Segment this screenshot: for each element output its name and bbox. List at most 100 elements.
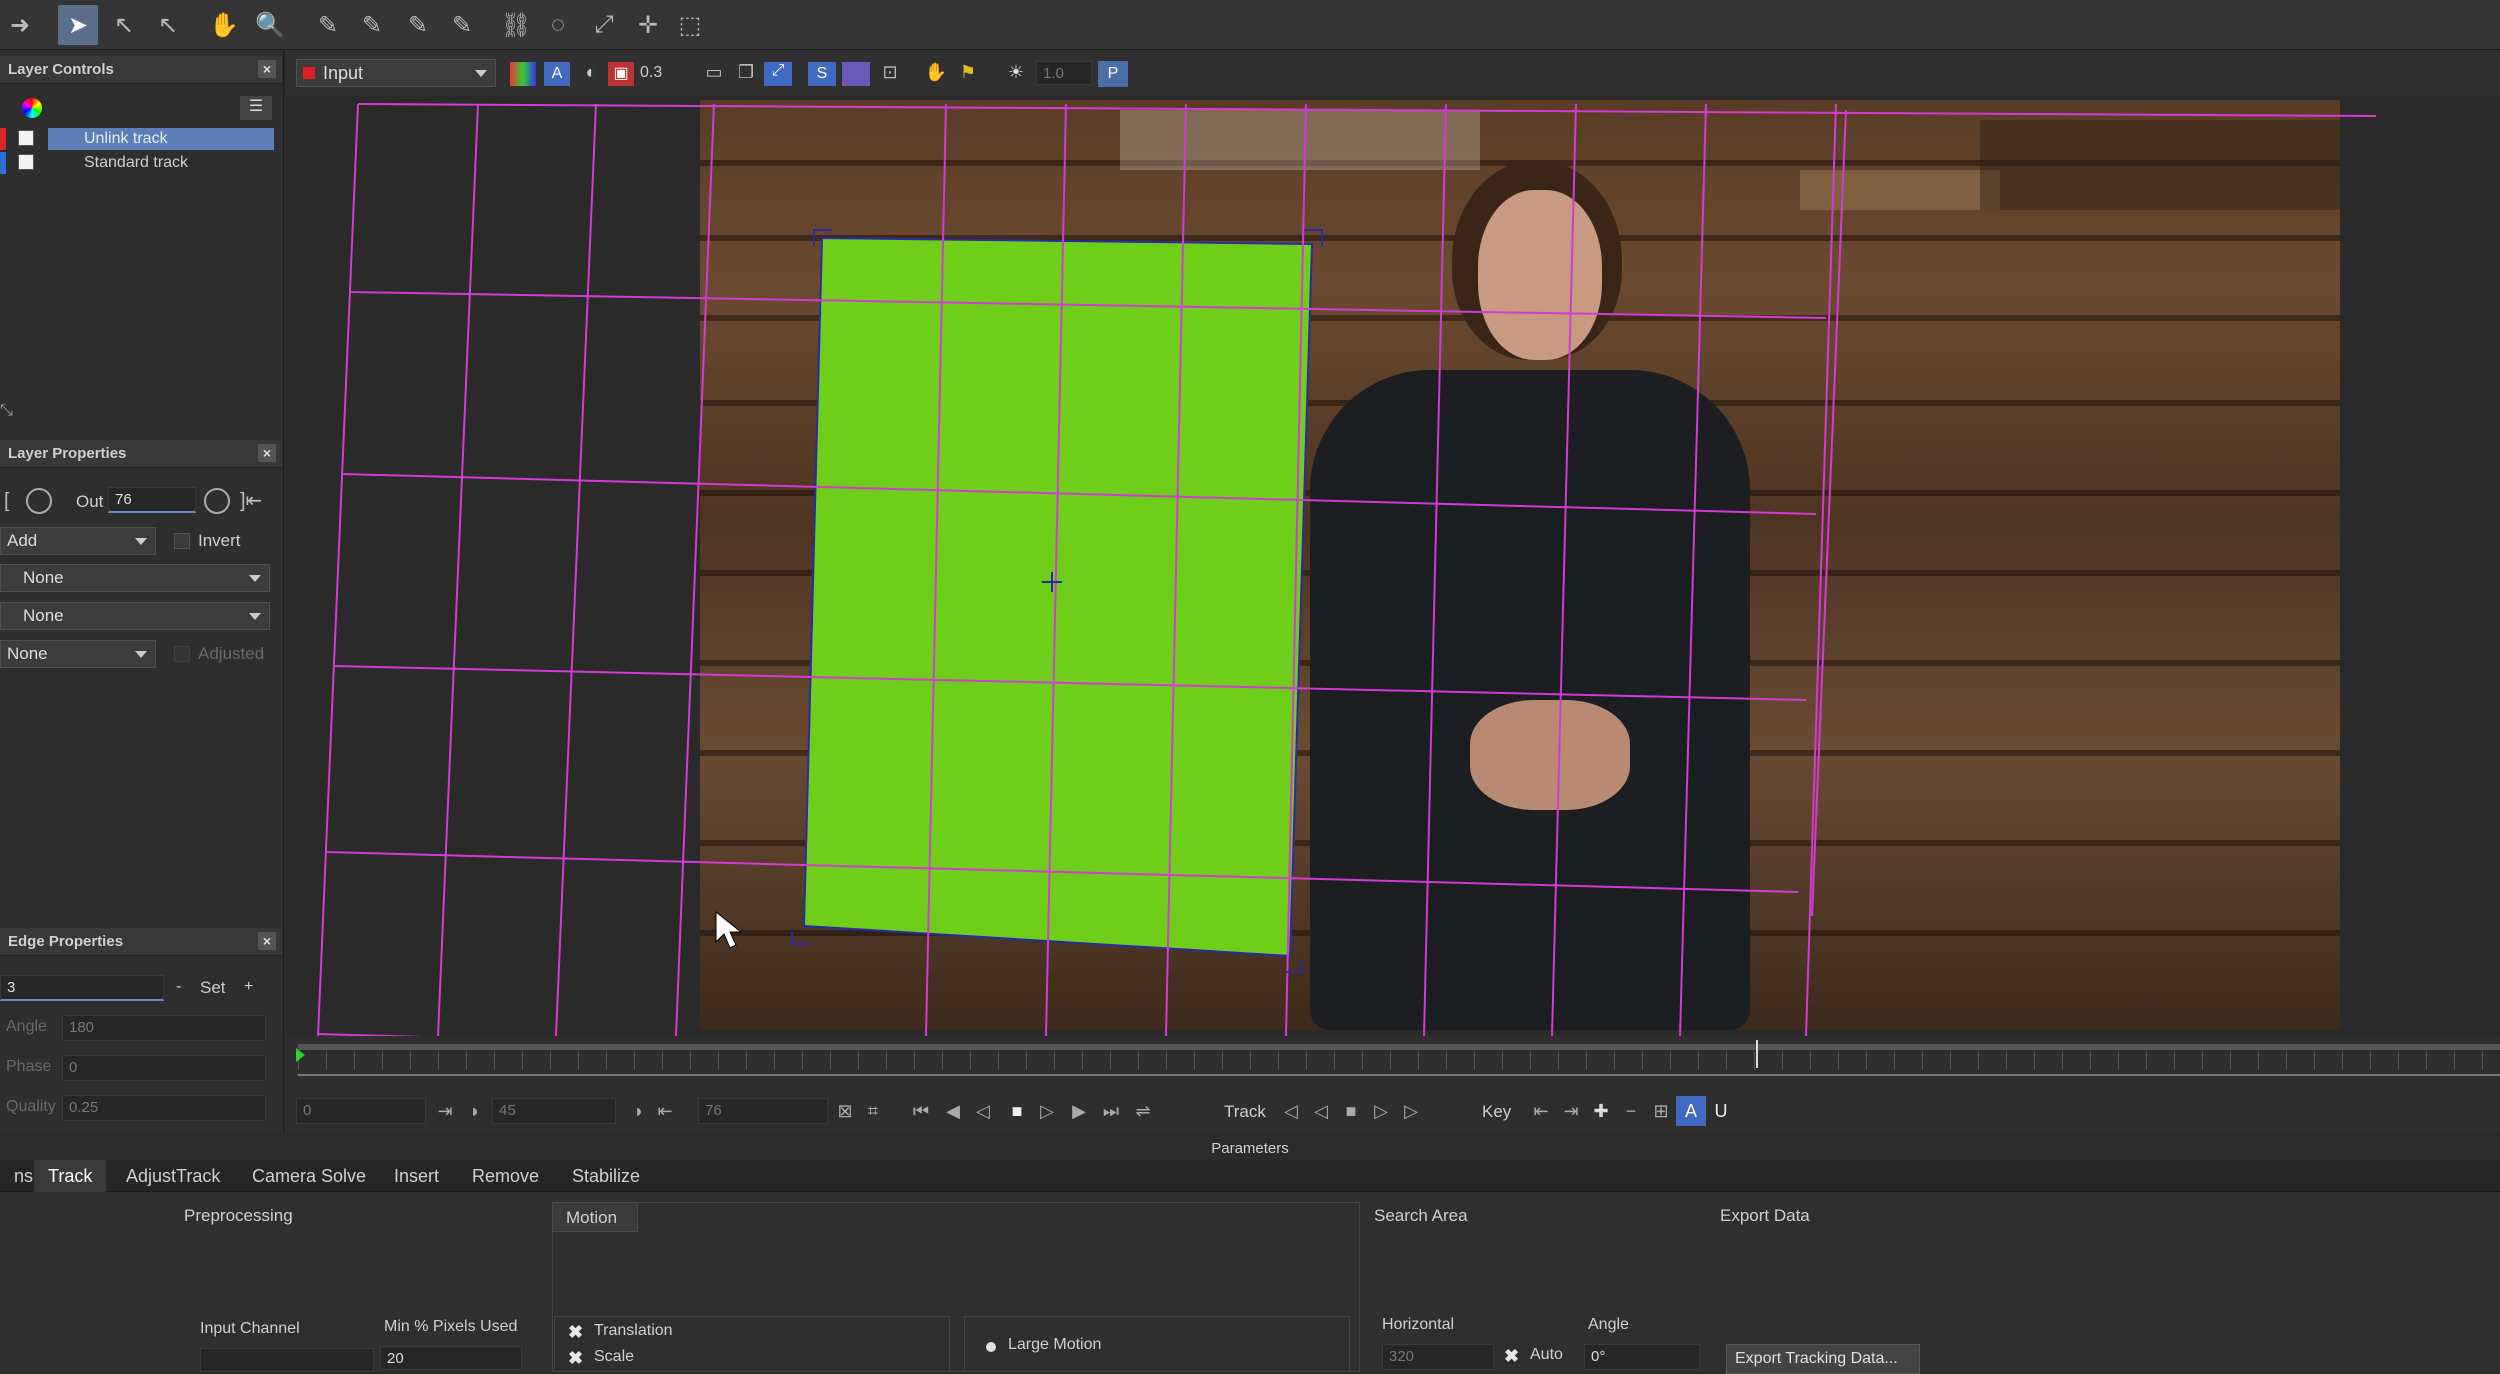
matte-dropdown[interactable]: None: [0, 602, 270, 630]
surface-icon[interactable]: S: [808, 62, 836, 86]
track-stop-icon[interactable]: ■: [1336, 1096, 1366, 1126]
input-channel-dropdown[interactable]: [200, 1348, 374, 1372]
matte-dropdown[interactable]: None: [0, 564, 270, 592]
tab-track[interactable]: Track: [34, 1160, 107, 1192]
pen-bplus-icon[interactable]: ✎: [442, 5, 482, 45]
lasso-icon[interactable]: ◌: [538, 5, 578, 45]
end-frame-field[interactable]: 76: [698, 1098, 828, 1124]
key-prev-icon[interactable]: ⇤: [1526, 1096, 1556, 1126]
export-tracking-data-button[interactable]: Export Tracking Data...: [1726, 1344, 1920, 1374]
in-point-marker[interactable]: [296, 1048, 305, 1062]
fit-range-icon[interactable]: ⊠: [830, 1096, 860, 1126]
grid-icon[interactable]: [842, 62, 870, 86]
move-icon[interactable]: ✛: [628, 5, 668, 45]
playhead[interactable]: [1756, 1040, 1758, 1068]
overlay-icon[interactable]: ◐: [578, 62, 604, 86]
color-wheel-icon[interactable]: [22, 98, 42, 118]
tab-remove[interactable]: Remove: [458, 1160, 553, 1192]
close-icon[interactable]: ×: [258, 444, 276, 462]
layer-visibility-checkbox[interactable]: [18, 154, 34, 170]
key-next-icon[interactable]: ⇥: [1556, 1096, 1586, 1126]
pen-xplus-icon[interactable]: ✎: [352, 5, 392, 45]
tab-insert[interactable]: Insert: [380, 1160, 453, 1192]
start-frame-field[interactable]: 0: [296, 1098, 426, 1124]
keyframe-icon[interactable]: [26, 488, 52, 514]
play-back-icon[interactable]: ◁: [968, 1096, 998, 1126]
keyframe-icon[interactable]: ◑: [622, 1096, 652, 1126]
layer-visibility-checkbox[interactable]: [18, 130, 34, 146]
auto-checkbox[interactable]: ✖: [1504, 1346, 1519, 1367]
magnify-icon[interactable]: ⊡: [876, 62, 904, 86]
timeline-track[interactable]: [298, 1044, 2500, 1050]
set-in-icon[interactable]: ⇥: [430, 1096, 460, 1126]
phase-field[interactable]: 0: [62, 1055, 266, 1081]
transform-icon[interactable]: ⤢: [764, 62, 792, 86]
bracket-right-icon[interactable]: ]⇤: [240, 488, 262, 513]
track-icon[interactable]: ⚑: [954, 62, 982, 86]
rgb-channel-icon[interactable]: [510, 62, 536, 86]
alpha-icon[interactable]: A: [544, 62, 570, 86]
track-forward-icon[interactable]: ▷: [1396, 1096, 1426, 1126]
collapse-icon[interactable]: ⤡: [0, 402, 14, 424]
p-button[interactable]: P: [1098, 61, 1128, 87]
tab-stabilize[interactable]: Stabilize: [558, 1160, 654, 1192]
large-motion-radio[interactable]: [986, 1342, 996, 1352]
track-step-back-icon[interactable]: ◁: [1306, 1096, 1336, 1126]
step-forward-icon[interactable]: ▶: [1064, 1096, 1094, 1126]
quality-field[interactable]: 0.25: [62, 1095, 266, 1121]
minus-button[interactable]: -: [176, 978, 181, 996]
unkey-icon[interactable]: U: [1706, 1096, 1736, 1126]
opacity-value[interactable]: 0.3: [640, 64, 662, 82]
plus-button[interactable]: +: [244, 978, 253, 996]
monitor-icon[interactable]: ▭: [700, 62, 728, 86]
timeline[interactable]: [286, 1036, 2500, 1088]
auto-key-icon[interactable]: A: [1676, 1096, 1706, 1126]
current-frame-field[interactable]: 45: [492, 1098, 616, 1124]
step-back-icon[interactable]: ◀: [938, 1096, 968, 1126]
select-icon[interactable]: ➤: [58, 5, 98, 45]
out-field[interactable]: 76: [108, 487, 196, 513]
horizontal-field[interactable]: 320: [1382, 1344, 1494, 1370]
zoom-icon[interactable]: 🔍: [250, 5, 290, 45]
marquee-icon[interactable]: ⬚: [670, 5, 710, 45]
pen-x-icon[interactable]: ✎: [308, 5, 348, 45]
tab-adjusttrack[interactable]: AdjustTrack: [112, 1160, 234, 1192]
keyframe-icon[interactable]: ◑: [458, 1096, 488, 1126]
track-backward-icon[interactable]: ◁: [1276, 1096, 1306, 1126]
scale-checkbox[interactable]: ✖: [568, 1348, 583, 1369]
key-remove-icon[interactable]: −: [1616, 1096, 1646, 1126]
viewer-canvas[interactable]: [286, 96, 2500, 1036]
arrow-icon[interactable]: ➜: [0, 5, 40, 45]
bracket-icon[interactable]: [: [4, 490, 10, 513]
matte-dropdown[interactable]: None: [0, 640, 156, 668]
stop-icon[interactable]: ■: [1002, 1096, 1032, 1126]
set-button[interactable]: Set: [200, 978, 226, 998]
go-end-icon[interactable]: ⏭: [1096, 1096, 1126, 1126]
scale-icon[interactable]: ⤢: [584, 5, 624, 45]
go-start-icon[interactable]: ⏮: [906, 1096, 936, 1126]
select-plus-icon[interactable]: ↖: [148, 5, 188, 45]
pen-b-icon[interactable]: ✎: [398, 5, 438, 45]
adjusted-checkbox[interactable]: [174, 646, 190, 662]
tab-camera-solve[interactable]: Camera Solve: [238, 1160, 380, 1192]
matte-icon[interactable]: ▣: [608, 62, 634, 86]
track-step-forward-icon[interactable]: ▷: [1366, 1096, 1396, 1126]
invert-checkbox[interactable]: [174, 533, 190, 549]
select-b-icon[interactable]: ↖: [104, 5, 144, 45]
loop-icon[interactable]: ⇌: [1128, 1096, 1158, 1126]
hand-view-icon[interactable]: ✋: [922, 62, 950, 86]
menu-icon[interactable]: ☰: [240, 96, 272, 120]
hand-icon[interactable]: ✋: [204, 5, 244, 45]
source-dropdown[interactable]: Input: [296, 59, 496, 87]
key-all-icon[interactable]: ⊞: [1646, 1096, 1676, 1126]
range-icon[interactable]: ⌗: [858, 1096, 888, 1126]
brightness-field[interactable]: 1.0: [1036, 61, 1092, 85]
close-icon[interactable]: ×: [258, 60, 276, 78]
key-add-icon[interactable]: ✚: [1586, 1096, 1616, 1126]
layers-icon[interactable]: ❐: [732, 62, 760, 86]
edge-width-field[interactable]: 3: [0, 975, 164, 1001]
link-icon[interactable]: ⛓: [496, 5, 536, 45]
brightness-icon[interactable]: ☀: [1002, 62, 1030, 86]
keyframe-icon[interactable]: [204, 488, 230, 514]
set-out-icon[interactable]: ⇤: [650, 1096, 680, 1126]
